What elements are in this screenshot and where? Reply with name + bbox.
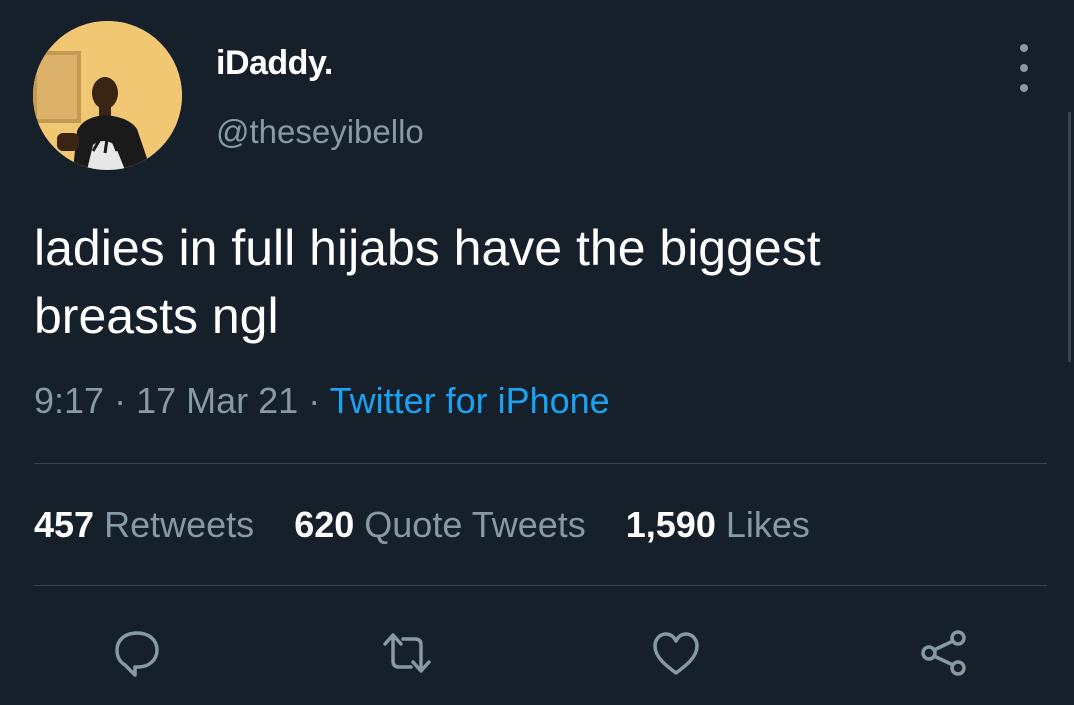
meta-separator: ·	[308, 380, 321, 421]
tweet-date[interactable]: 17 Mar 21	[136, 380, 298, 421]
tweet-text-line-2: breasts ngl	[34, 288, 279, 344]
likes-count: 1,590	[625, 504, 716, 545]
likes-label: Likes	[725, 504, 810, 545]
tweet-text: ladies in full hijabs have the biggest b…	[34, 214, 1034, 350]
scrollbar[interactable]	[1068, 112, 1071, 362]
menu-dot	[1020, 64, 1028, 72]
tweet-source-link[interactable]: Twitter for iPhone	[330, 380, 610, 421]
engagement-stats: 457 Retweets 620 Quote Tweets 1,590 Like…	[34, 504, 840, 546]
meta-separator: ·	[114, 380, 127, 421]
user-handle[interactable]: @theseyibello	[216, 113, 424, 151]
tweet-detail-screen: iDaddy. @theseyibello ladies in full hij…	[0, 0, 1074, 705]
divider	[34, 585, 1047, 586]
display-name[interactable]: iDaddy.	[216, 44, 333, 83]
reply-button[interactable]	[111, 627, 163, 679]
profile-photo	[33, 21, 182, 170]
quote-tweets-label: Quote Tweets	[364, 504, 586, 545]
retweets-count: 457	[34, 504, 95, 545]
reply-icon	[115, 631, 159, 677]
share-button[interactable]	[918, 627, 970, 679]
menu-dot	[1020, 84, 1028, 92]
retweets-stat[interactable]: 457 Retweets	[34, 504, 254, 546]
tweet-metadata: 9:17 · 17 Mar 21 · Twitter for iPhone	[34, 380, 610, 422]
retweet-button[interactable]	[381, 627, 433, 679]
divider	[34, 463, 1047, 464]
share-icon	[921, 630, 966, 676]
retweet-icon	[383, 633, 431, 673]
tweet-time[interactable]: 9:17	[34, 380, 104, 421]
retweets-label: Retweets	[104, 504, 255, 545]
likes-stat[interactable]: 1,590 Likes	[626, 504, 810, 546]
quote-tweets-count: 620	[294, 504, 355, 545]
like-button[interactable]	[650, 627, 702, 679]
tweet-text-line-1: ladies in full hijabs have the biggest	[34, 220, 821, 276]
menu-dot	[1020, 44, 1028, 52]
avatar[interactable]	[33, 21, 182, 170]
heart-icon	[653, 632, 699, 675]
more-options-icon[interactable]	[1008, 44, 1040, 92]
quote-tweets-stat[interactable]: 620 Quote Tweets	[294, 504, 586, 546]
